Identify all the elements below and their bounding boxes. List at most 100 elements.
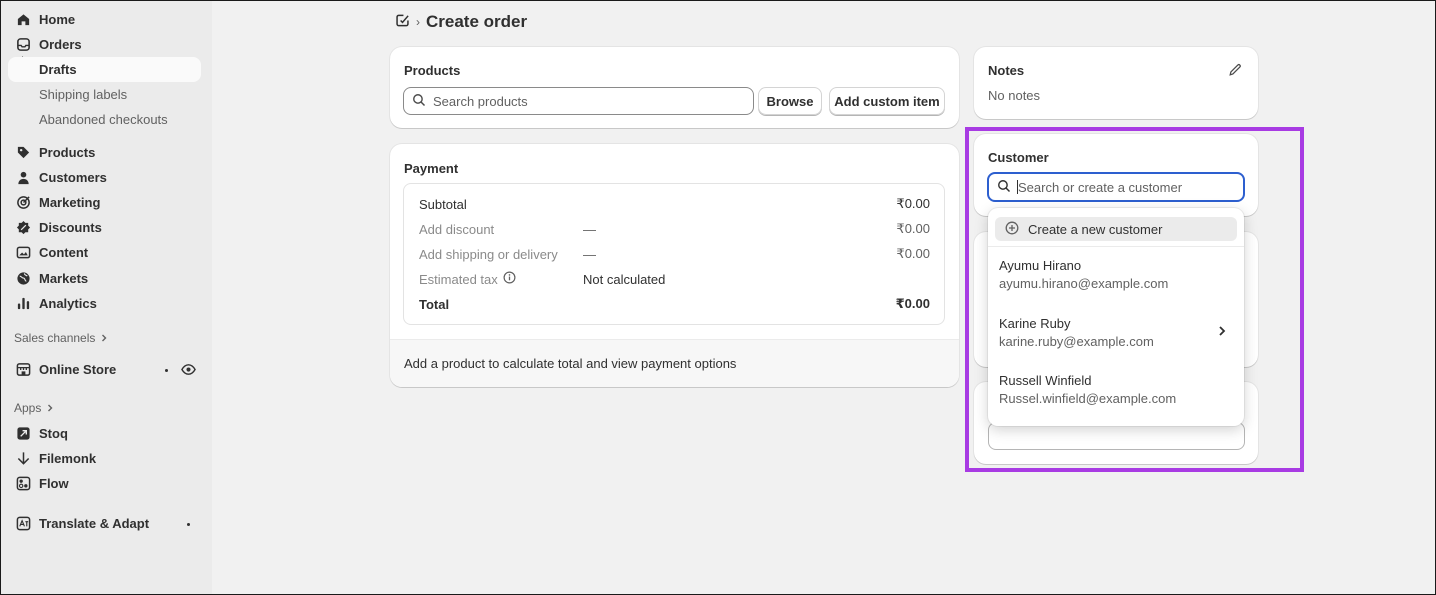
customer-email: Russel.winfield@example.com [999, 391, 1177, 406]
payment-title: Payment [404, 161, 459, 176]
sidebar-item-orders[interactable]: Orders [8, 32, 201, 57]
customer-name: Ayumu Hirano [999, 258, 1082, 273]
customer-name: Russell Winfield [999, 373, 1092, 388]
section-label-text: Sales channels [14, 331, 96, 345]
sidebar-item-translate-adapt[interactable]: Translate & Adapt [8, 511, 201, 536]
sales-channels-heading[interactable]: Sales channels [14, 331, 108, 345]
search-icon [412, 93, 426, 110]
customer-email: ayumu.hirano@example.com [999, 276, 1169, 291]
customer-search-placeholder: Search or create a customer [1018, 179, 1183, 195]
shipping-row: Add shipping or delivery — ₹0.00 [419, 245, 930, 263]
sidebar-item-label: Products [39, 145, 96, 160]
tag-icon [16, 145, 31, 160]
globe-icon [16, 271, 31, 286]
flow-icon [16, 476, 31, 491]
customer-email: karine.ruby@example.com [999, 334, 1154, 349]
sidebar-item-label: Home [39, 12, 76, 27]
discount-row: Add discount — ₹0.00 [419, 220, 930, 238]
sidebar-item-drafts[interactable]: Drafts [8, 57, 201, 82]
discount-amount: ₹0.00 [896, 221, 930, 236]
create-customer-option[interactable]: Create a new customer [995, 217, 1237, 241]
subtotal-row: Subtotal ₹0.00 [419, 195, 930, 213]
customer-search-input[interactable]: Search or create a customer [987, 172, 1245, 202]
notes-title: Notes [988, 63, 1025, 78]
translate-icon [16, 516, 31, 531]
sidebar-item-shipping-labels[interactable]: Shipping labels [8, 82, 201, 107]
sidebar-item-label: Customers [39, 170, 107, 185]
sidebar-item-abandoned-checkouts[interactable]: Abandoned checkouts [8, 107, 201, 132]
sidebar-item-label: Filemonk [39, 451, 97, 466]
hidden-input[interactable] [988, 422, 1245, 450]
sidebar: Home Orders Drafts Shipping labels Aband… [0, 0, 212, 595]
divider [988, 246, 1244, 247]
person-icon [16, 170, 31, 185]
notes-value: No notes [988, 88, 1041, 103]
shipping-amount: ₹0.00 [896, 246, 930, 261]
sidebar-item-flow[interactable]: Flow [8, 471, 201, 496]
sidebar-item-stoq[interactable]: Stoq [8, 421, 201, 446]
sidebar-item-home[interactable]: Home [8, 7, 201, 32]
status-dot [165, 369, 168, 372]
browse-button[interactable]: Browse [758, 87, 822, 115]
sidebar-item-content[interactable]: Content [8, 240, 201, 265]
sidebar-item-online-store[interactable]: Online Store [8, 357, 201, 382]
add-discount-link[interactable]: Add discount [419, 222, 583, 237]
search-icon [997, 179, 1011, 196]
sidebar-item-label: Translate & Adapt [39, 516, 150, 531]
store-icon [16, 362, 31, 377]
payment-summary: Subtotal ₹0.00 Add discount — ₹0.00 Add … [403, 183, 945, 325]
sidebar-item-label: Abandoned checkouts [39, 112, 168, 127]
info-icon[interactable] [503, 271, 516, 287]
customer-name: Karine Ruby [999, 316, 1071, 331]
section-label-text: Apps [14, 401, 42, 415]
apps-heading[interactable]: Apps [14, 401, 54, 415]
total-label: Total [419, 296, 450, 312]
bar-chart-icon [16, 296, 31, 311]
page-title: Create order [426, 12, 528, 31]
sidebar-item-label: Drafts [39, 62, 77, 77]
edit-pencil-icon[interactable] [1228, 63, 1242, 80]
sidebar-item-label: Marketing [39, 195, 101, 210]
download-arrow-icon [16, 451, 31, 466]
sidebar-item-label: Content [39, 245, 89, 260]
customer-dropdown: Create a new customer Ayumu Hirano ayumu… [988, 208, 1244, 426]
sidebar-item-filemonk[interactable]: Filemonk [8, 446, 201, 471]
product-search-input[interactable]: Search products [403, 87, 754, 115]
sidebar-item-products[interactable]: Products [8, 140, 201, 165]
customer-title: Customer [988, 150, 1049, 165]
sidebar-item-marketing[interactable]: Marketing [8, 190, 201, 215]
notes-card: Notes No notes [974, 47, 1258, 119]
customer-option[interactable]: Ayumu Hirano ayumu.hirano@example.com [999, 258, 1231, 294]
sidebar-item-label: Markets [39, 271, 89, 286]
breadcrumb: › Create order [395, 12, 527, 32]
sidebar-item-label: Shipping labels [39, 87, 128, 102]
customer-option[interactable]: Karine Ruby karine.ruby@example.com [999, 316, 1231, 352]
tax-row: Estimated tax Not calculated [419, 270, 930, 288]
content-icon [16, 245, 31, 260]
subtotal-label: Subtotal [419, 196, 467, 212]
chevron-right-icon [100, 331, 108, 345]
shipping-value: — [583, 246, 596, 262]
chevron-right-icon [46, 401, 54, 415]
sidebar-item-label: Online Store [39, 362, 117, 377]
sidebar-item-customers[interactable]: Customers [8, 165, 201, 190]
breadcrumb-separator: › [416, 15, 420, 29]
create-customer-label: Create a new customer [1028, 221, 1163, 237]
sidebar-item-markets[interactable]: Markets [8, 266, 201, 291]
stoq-icon [16, 426, 31, 441]
status-dot [187, 523, 190, 526]
add-shipping-link[interactable]: Add shipping or delivery [419, 247, 583, 262]
draft-order-icon[interactable] [395, 13, 410, 31]
sidebar-item-label: Flow [39, 476, 69, 491]
sidebar-item-analytics[interactable]: Analytics [8, 291, 201, 316]
estimated-tax-label: Estimated tax [419, 271, 498, 287]
add-custom-item-button[interactable]: Add custom item [829, 87, 945, 115]
home-icon [16, 12, 31, 27]
sidebar-item-discounts[interactable]: Discounts [8, 215, 201, 240]
products-title: Products [404, 63, 461, 78]
customer-option[interactable]: Russell Winfield Russel.winfield@example… [999, 373, 1231, 409]
orders-icon [16, 37, 31, 52]
eye-icon[interactable] [181, 363, 196, 379]
chevron-right-icon [1217, 325, 1227, 340]
subtotal-amount: ₹0.00 [896, 196, 930, 211]
